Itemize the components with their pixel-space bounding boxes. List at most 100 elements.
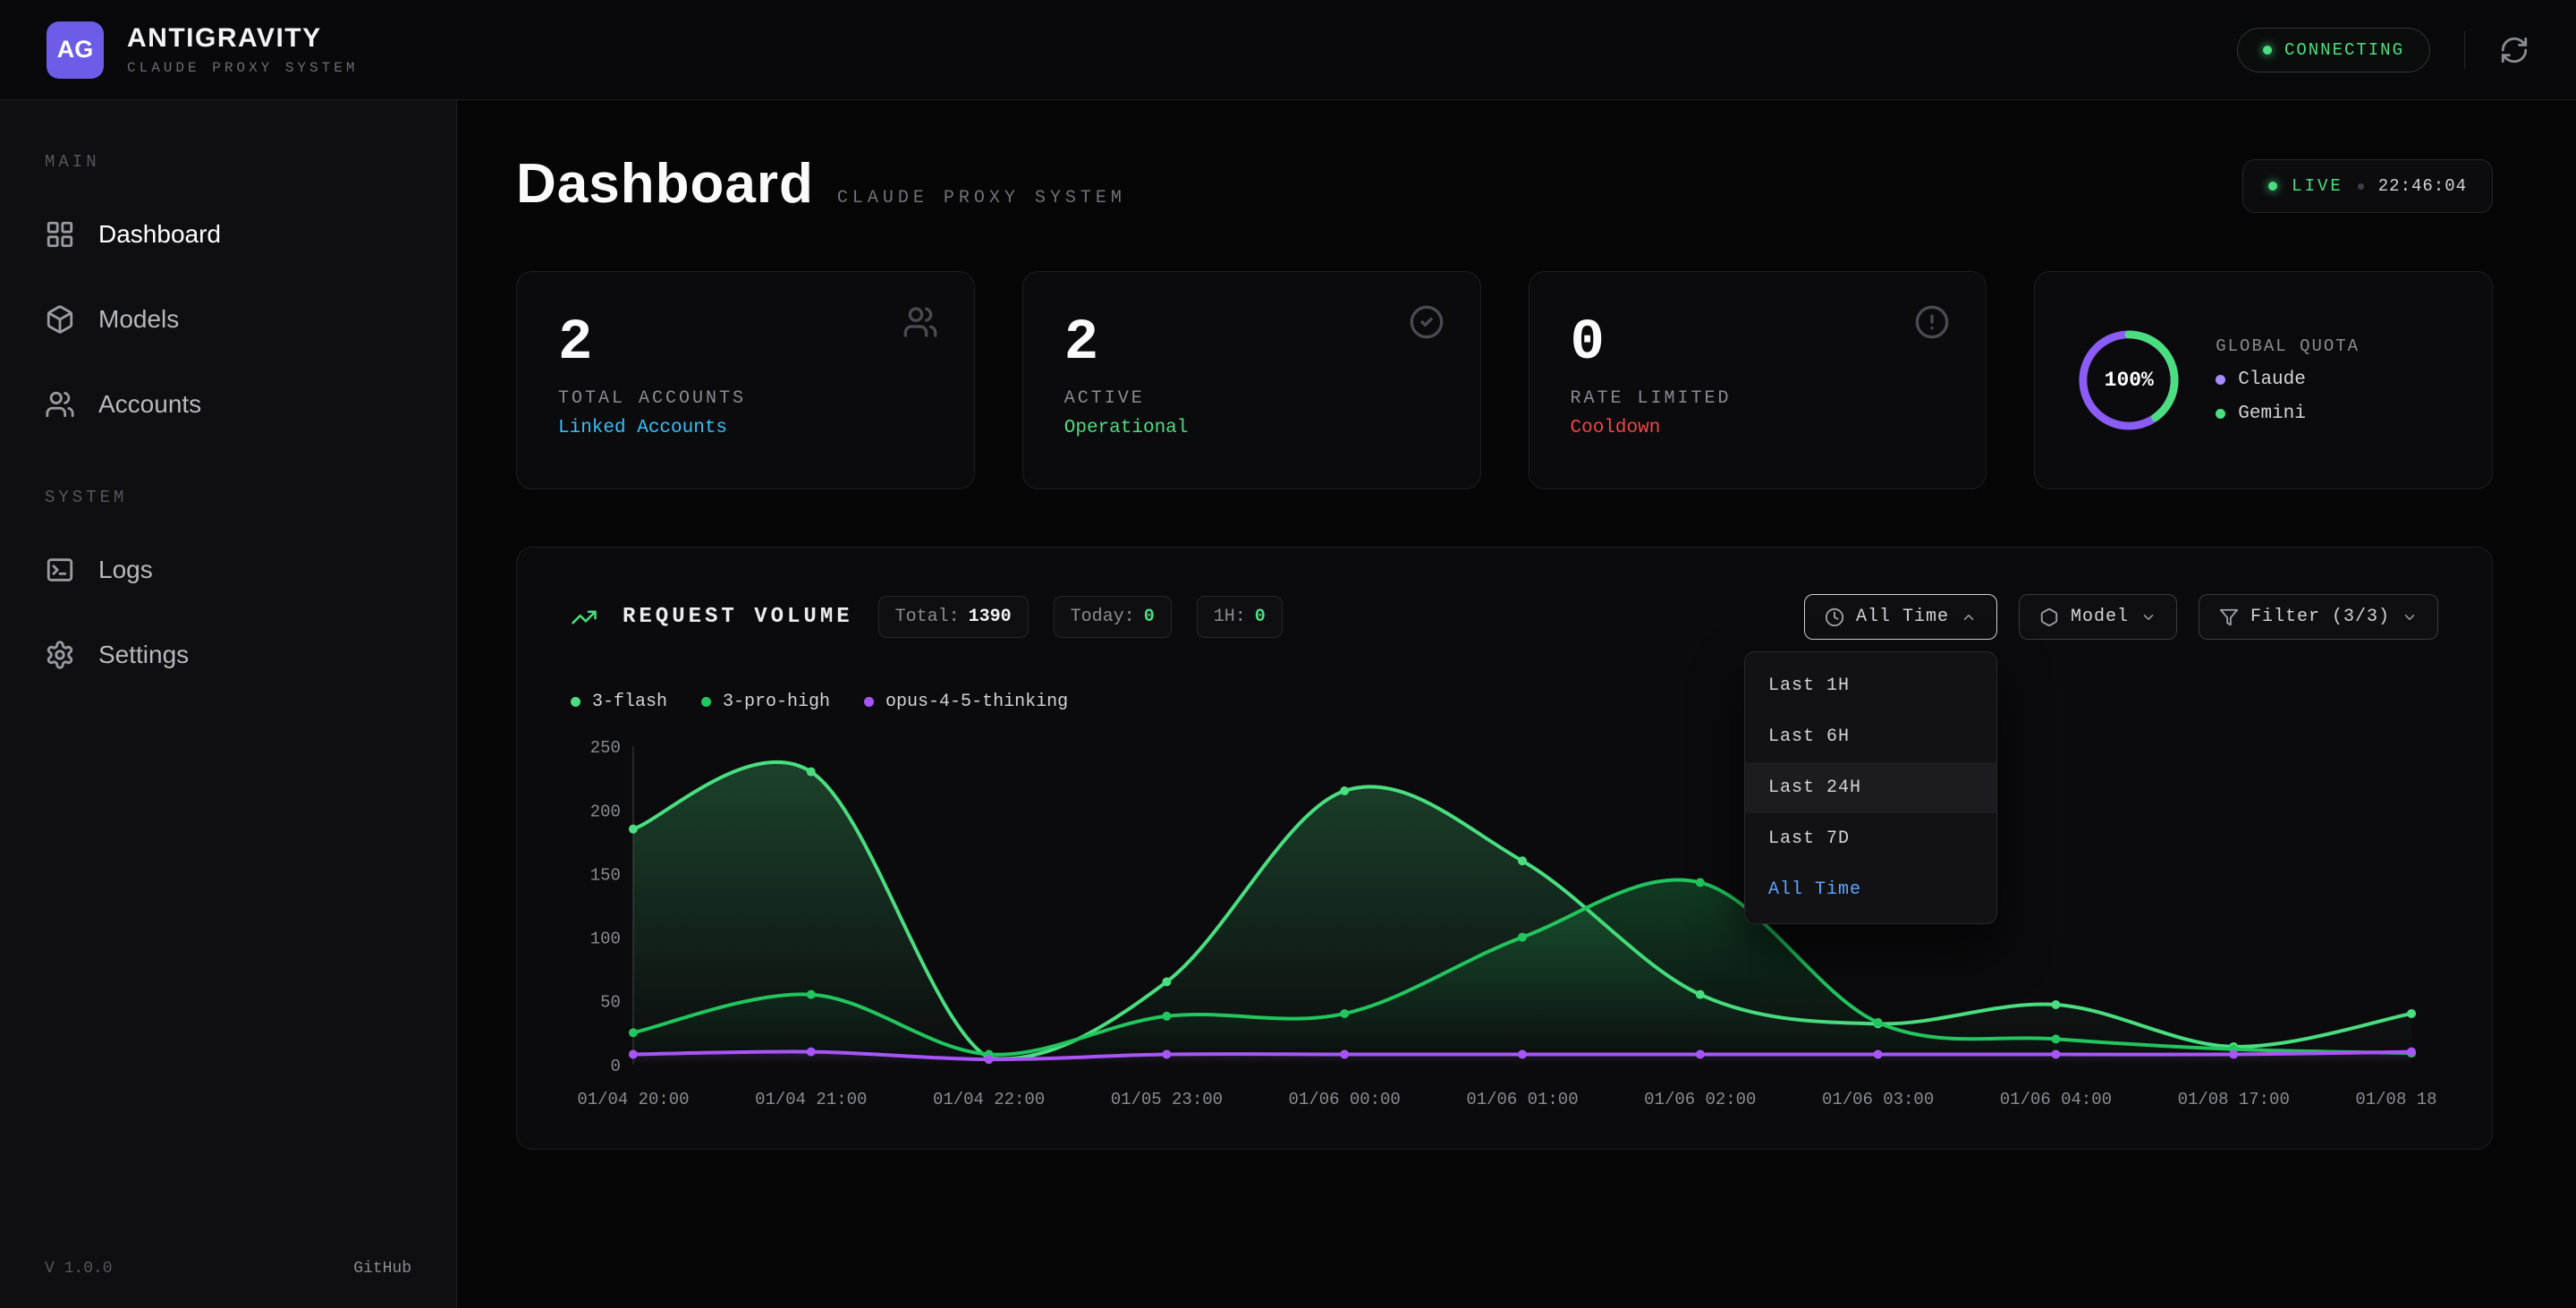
stat-sub: Linked Accounts xyxy=(558,418,933,438)
app-title: ANTIGRAVITY xyxy=(127,23,358,54)
refresh-icon xyxy=(2499,35,2529,65)
quota-percent: 100% xyxy=(2076,327,2182,433)
cube-icon xyxy=(45,304,75,335)
legend-item-3-pro-high: 3-pro-high xyxy=(701,692,830,712)
legend-item-opus: opus-4-5-thinking xyxy=(864,692,1068,712)
page-subtitle: CLAUDE PROXY SYSTEM xyxy=(837,188,1126,208)
request-volume-card: REQUEST VOLUME Total: 1390 Today: 0 1H: … xyxy=(516,547,2493,1150)
stat-card-rate-limited: 0 RATE LIMITED Cooldown xyxy=(1529,271,1987,489)
svg-text:100: 100 xyxy=(590,930,621,949)
series-dot-icon xyxy=(701,697,711,707)
stat-label: TOTAL ACCOUNTS xyxy=(558,388,933,409)
stat-card-global-quota: 100% GLOBAL QUOTA Claude Gemini xyxy=(2034,271,2493,489)
live-dot-icon xyxy=(2268,182,2277,191)
app-logo: AG xyxy=(47,21,104,79)
stat-card-active: 2 ACTIVE Operational xyxy=(1022,271,1481,489)
stat-value: 0 xyxy=(1571,311,1945,376)
quota-legend-claude: Claude xyxy=(2216,369,2360,390)
funnel-icon xyxy=(2219,607,2239,627)
quota-legend-label: Gemini xyxy=(2238,403,2306,424)
sidebar-item-dashboard[interactable]: Dashboard xyxy=(0,191,456,276)
live-label: LIVE xyxy=(2292,176,2343,196)
check-circle-icon xyxy=(1409,304,1445,340)
refresh-button[interactable] xyxy=(2499,35,2529,65)
layout-grid-icon xyxy=(45,219,75,250)
users-icon xyxy=(902,304,938,340)
app-header: AG ANTIGRAVITY CLAUDE PROXY SYSTEM CONNE… xyxy=(0,0,2576,100)
quota-ring: 100% xyxy=(2076,327,2182,433)
trend-up-icon xyxy=(571,604,597,631)
series-dot-icon xyxy=(571,697,580,707)
svg-text:01/08 18:00: 01/08 18:00 xyxy=(2355,1090,2438,1109)
svg-text:01/04 21:00: 01/04 21:00 xyxy=(755,1090,867,1109)
dropdown-item-last-6h[interactable]: Last 6H xyxy=(1745,711,1996,762)
filter-button[interactable]: Filter (3/3) xyxy=(2199,594,2438,640)
sidebar-item-models[interactable]: Models xyxy=(0,276,456,361)
connection-status-badge: CONNECTING xyxy=(2237,28,2430,72)
quota-label: GLOBAL QUOTA xyxy=(2216,336,2360,356)
sidebar-section-main: MAIN xyxy=(45,152,456,172)
request-volume-chart: 05010015020025001/04 20:0001/04 21:0001/… xyxy=(571,732,2438,1117)
main-content: Dashboard CLAUDE PROXY SYSTEM LIVE 22:46… xyxy=(457,100,2576,1308)
gear-icon xyxy=(45,640,75,670)
stat-label: ACTIVE xyxy=(1064,388,1439,409)
live-status-badge: LIVE 22:46:04 xyxy=(2242,159,2493,213)
sidebar-item-settings[interactable]: Settings xyxy=(0,612,456,697)
dropdown-item-last-7d[interactable]: Last 7D xyxy=(1745,813,1996,864)
svg-text:01/04 20:00: 01/04 20:00 xyxy=(577,1090,689,1109)
chevron-down-icon xyxy=(2140,609,2157,625)
page-head: Dashboard CLAUDE PROXY SYSTEM LIVE 22:46… xyxy=(516,152,2493,216)
model-filter-button[interactable]: Model xyxy=(2019,594,2177,640)
terminal-icon xyxy=(45,555,75,585)
svg-text:50: 50 xyxy=(600,993,621,1013)
svg-text:200: 200 xyxy=(590,802,621,821)
time-range-button[interactable]: All Time xyxy=(1804,594,1997,640)
sidebar-item-label: Dashboard xyxy=(98,220,221,249)
svg-text:01/06 00:00: 01/06 00:00 xyxy=(1289,1090,1401,1109)
svg-text:0: 0 xyxy=(611,1057,621,1076)
cube-icon xyxy=(2039,607,2059,627)
stat-sub: Cooldown xyxy=(1571,418,1945,438)
header-divider xyxy=(2464,31,2465,69)
alert-circle-icon xyxy=(1914,304,1950,340)
quota-legend-label: Claude xyxy=(2238,369,2306,390)
dropdown-item-last-24h[interactable]: Last 24H xyxy=(1745,762,1996,813)
sidebar-item-label: Accounts xyxy=(98,390,201,419)
stat-label: RATE LIMITED xyxy=(1571,388,1945,409)
sidebar-item-label: Settings xyxy=(98,641,189,669)
stat-value: 2 xyxy=(558,311,933,376)
stat-card-total-accounts: 2 TOTAL ACCOUNTS Linked Accounts xyxy=(516,271,975,489)
clock-icon xyxy=(1825,607,1844,627)
connection-status-label: CONNECTING xyxy=(2284,40,2404,60)
version-label: V 1.0.0 xyxy=(45,1260,113,1278)
brand-text: ANTIGRAVITY CLAUDE PROXY SYSTEM xyxy=(127,23,358,76)
stat-value: 2 xyxy=(1064,311,1439,376)
chevron-up-icon xyxy=(1961,609,1977,625)
brand: AG ANTIGRAVITY CLAUDE PROXY SYSTEM xyxy=(47,21,358,79)
app-subtitle: CLAUDE PROXY SYSTEM xyxy=(127,60,358,76)
chart-title: REQUEST VOLUME xyxy=(623,605,853,629)
today-badge: Today: 0 xyxy=(1054,596,1172,638)
series-dot-icon xyxy=(864,697,874,707)
chevron-down-icon xyxy=(2402,609,2418,625)
dropdown-item-last-1h[interactable]: Last 1H xyxy=(1745,660,1996,711)
sidebar: MAIN Dashboard Models Accounts SYSTEM Lo xyxy=(0,100,457,1308)
github-link[interactable]: GitHub xyxy=(353,1260,411,1278)
stats-row: 2 TOTAL ACCOUNTS Linked Accounts 2 ACTIV… xyxy=(516,271,2493,489)
stat-sub: Operational xyxy=(1064,418,1439,438)
gemini-dot-icon xyxy=(2216,409,2225,419)
sidebar-footer: V 1.0.0 GitHub xyxy=(45,1260,411,1278)
svg-text:01/05 23:00: 01/05 23:00 xyxy=(1111,1090,1223,1109)
svg-text:250: 250 xyxy=(590,738,621,758)
sidebar-item-accounts[interactable]: Accounts xyxy=(0,361,456,446)
users-icon xyxy=(45,389,75,420)
total-badge: Total: 1390 xyxy=(878,596,1029,638)
svg-text:01/06 01:00: 01/06 01:00 xyxy=(1466,1090,1578,1109)
separator-dot-icon xyxy=(2358,183,2364,190)
svg-text:01/06 03:00: 01/06 03:00 xyxy=(1822,1090,1934,1109)
dropdown-item-all-time[interactable]: All Time xyxy=(1745,864,1996,915)
sidebar-item-logs[interactable]: Logs xyxy=(0,527,456,612)
sidebar-item-label: Models xyxy=(98,305,179,334)
chart-header: REQUEST VOLUME Total: 1390 Today: 0 1H: … xyxy=(571,594,2438,640)
chart-legend: 3-flash 3-pro-high opus-4-5-thinking xyxy=(571,692,2438,712)
